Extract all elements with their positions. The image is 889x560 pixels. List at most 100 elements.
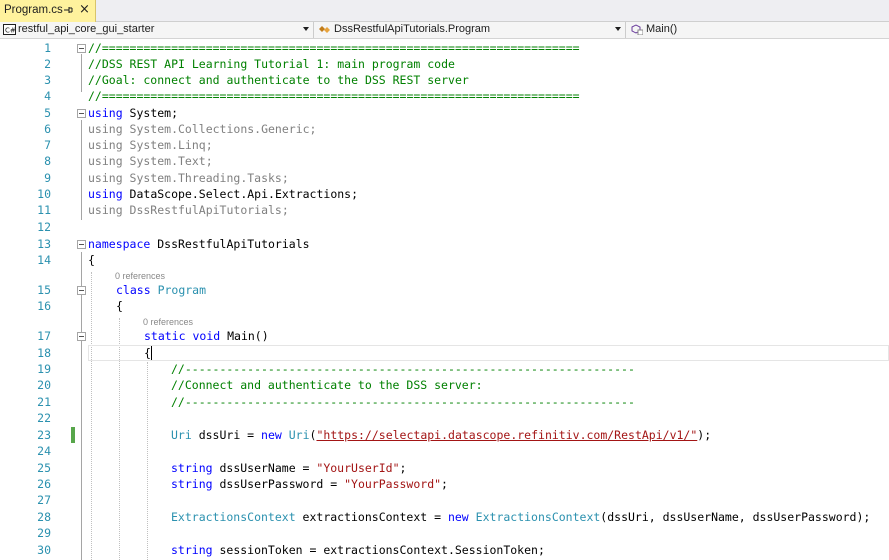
code-text: ExtractionsContext extractionsContext = …	[171, 509, 870, 525]
code-line[interactable]: 17 static void Main()	[0, 328, 889, 344]
member-dropdown[interactable]: Main()	[627, 22, 889, 38]
line-number: 11	[37, 203, 51, 217]
code-line[interactable]: 28 ExtractionsContext extractionsContext…	[0, 509, 889, 525]
code-text: using DataScope.Select.Api.Extractions;	[88, 186, 358, 202]
code-text: string dssUserPassword = "YourPassword";	[171, 476, 448, 492]
code-line[interactable]: 30 string sessionToken = extractionsCont…	[0, 542, 889, 558]
code-text-unused: using System.Threading.Tasks;	[88, 171, 289, 185]
type-label: DssRestfulApiTutorials.Program	[334, 23, 491, 35]
navigation-bar: C# restful_api_core_gui_starter DssRestf…	[0, 22, 889, 39]
identifier: System;	[122, 106, 179, 120]
code-line[interactable]: 5 using System;	[0, 105, 889, 121]
line-number: 29	[37, 526, 51, 540]
punctuation: );	[697, 428, 712, 442]
code-text-unused: using System.Text;	[88, 154, 213, 168]
code-text: class Program	[116, 282, 206, 298]
code-text: using System;	[88, 105, 178, 121]
keyword: class	[116, 283, 151, 297]
keyword: namespace	[88, 237, 151, 251]
identifier: extractionsContext =	[295, 510, 448, 524]
code-line[interactable]: 16 {	[0, 298, 889, 314]
code-line[interactable]: 2 //DSS REST API Learning Tutorial 1: ma…	[0, 56, 889, 72]
code-line[interactable]: 6 using System.Collections.Generic;	[0, 121, 889, 137]
code-line[interactable]: 24	[0, 443, 889, 459]
member-label: Main()	[646, 23, 678, 35]
code-line[interactable]: 20 //Connect and authenticate to the DSS…	[0, 377, 889, 393]
identifier: sessionToken = extractionsContext.Sessio…	[212, 543, 545, 557]
code-line[interactable]: 29	[0, 525, 889, 541]
line-number: 21	[37, 395, 51, 409]
line-number: 10	[37, 187, 51, 201]
code-line[interactable]: 27	[0, 492, 889, 508]
close-icon[interactable]: ×	[79, 2, 90, 18]
punctuation: ;	[399, 461, 407, 475]
type-name: Uri	[171, 428, 192, 442]
keyword: void	[192, 329, 221, 343]
line-number: 26	[37, 477, 51, 491]
type-name: ExtractionsContext	[475, 510, 601, 524]
line-number: 1	[44, 41, 51, 55]
code-text-unused: using System.Collections.Generic;	[88, 122, 317, 136]
code-line[interactable]: 12	[0, 219, 889, 235]
code-line[interactable]: 21 //-----------------------------------…	[0, 394, 889, 410]
line-number: 17	[37, 329, 51, 343]
tab-label: Program.cs	[4, 4, 63, 16]
chevron-down-icon	[303, 27, 309, 31]
code-line[interactable]: 22	[0, 410, 889, 426]
code-line[interactable]: 10 using DataScope.Select.Api.Extraction…	[0, 186, 889, 202]
identifier: DataScope.Select.Api.Extractions;	[122, 187, 359, 201]
keyword: new	[447, 510, 469, 524]
line-number: 19	[37, 362, 51, 376]
project-dropdown[interactable]: C# restful_api_core_gui_starter	[0, 22, 314, 38]
code-text-unused: using DssRestfulApiTutorials;	[88, 203, 289, 217]
line-number: 16	[37, 299, 51, 313]
line-number: 5	[44, 106, 51, 120]
code-line[interactable]: 15 class Program	[0, 282, 889, 298]
url-string-link[interactable]: "https://selectapi.datascope.refinitiv.c…	[316, 428, 697, 442]
keyword: string	[171, 543, 213, 557]
identifier: dssUserName =	[212, 461, 317, 475]
line-number: 18	[37, 346, 51, 360]
code-text-unused: using System.Linq;	[88, 138, 213, 152]
code-text: {	[88, 253, 95, 267]
code-text: //--------------------------------------…	[171, 395, 635, 409]
text-caret	[151, 346, 152, 360]
code-line[interactable]: 14 {	[0, 252, 889, 268]
pin-icon[interactable]	[62, 4, 74, 16]
csharp-project-icon: C#	[3, 24, 16, 35]
code-line[interactable]: 11 using DssRestfulApiTutorials;	[0, 202, 889, 218]
code-line[interactable]: 23 Uri dssUri = new Uri("https://selecta…	[0, 427, 889, 443]
code-text: namespace DssRestfulApiTutorials	[88, 236, 310, 252]
type-dropdown[interactable]: DssRestfulApiTutorials.Program	[315, 22, 626, 38]
code-line[interactable]: 4 //====================================…	[0, 88, 889, 104]
tab-program-cs[interactable]: Program.cs ×	[0, 0, 96, 22]
code-line[interactable]: 1 //====================================…	[0, 40, 889, 56]
keyword: new	[261, 428, 282, 442]
code-editor[interactable]: 1 //====================================…	[0, 40, 889, 560]
identifier: dssUri =	[191, 428, 262, 442]
code-line[interactable]: 19 //-----------------------------------…	[0, 361, 889, 377]
line-number: 25	[37, 461, 51, 475]
string-literal: "YourUserId"	[316, 461, 400, 475]
svg-text:C#: C#	[5, 27, 16, 35]
line-number: 24	[37, 444, 51, 458]
code-text: string dssUserName = "YourUserId";	[171, 460, 406, 476]
line-number: 3	[44, 73, 51, 87]
code-line[interactable]: 9 using System.Threading.Tasks;	[0, 170, 889, 186]
line-number: 7	[44, 138, 51, 152]
keyword: string	[171, 477, 213, 491]
code-line[interactable]: 26 string dssUserPassword = "YourPasswor…	[0, 476, 889, 492]
line-number: 23	[37, 428, 51, 442]
code-line[interactable]: 25 string dssUserName = "YourUserId";	[0, 460, 889, 476]
code-line[interactable]: 13 namespace DssRestfulApiTutorials	[0, 236, 889, 252]
punctuation: ;	[441, 477, 448, 491]
line-number: 9	[44, 171, 51, 185]
code-line[interactable]: 3 //Goal: connect and authenticate to th…	[0, 72, 889, 88]
keyword: using	[88, 187, 123, 201]
code-line[interactable]: 18 {	[0, 345, 889, 361]
identifier: DssRestfulApiTutorials	[150, 237, 310, 251]
keyword: static	[144, 329, 186, 343]
line-number: 2	[44, 57, 51, 71]
code-line[interactable]: 7 using System.Linq;	[0, 137, 889, 153]
code-line[interactable]: 8 using System.Text;	[0, 153, 889, 169]
